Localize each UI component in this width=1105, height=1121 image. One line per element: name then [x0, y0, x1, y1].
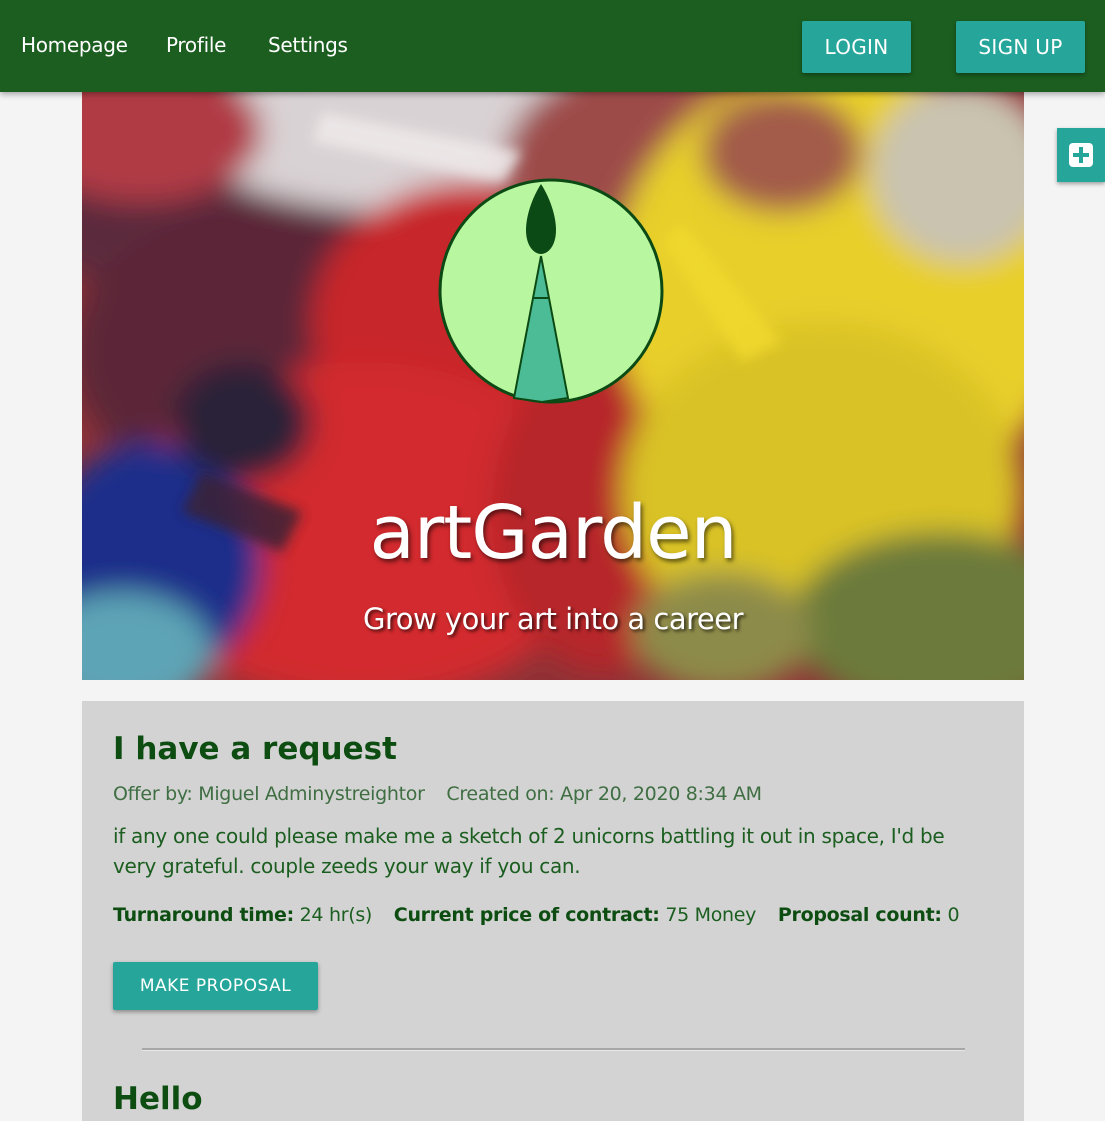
hero-subtitle: Grow your art into a career [362, 602, 744, 636]
turnaround-label: Turnaround time: [113, 904, 294, 926]
created-on-text: Created on: Apr 20, 2020 8:34 AM [446, 783, 762, 805]
price-label: Current price of contract: [393, 904, 660, 926]
turnaround-value: 24 hr(s) [299, 904, 373, 926]
divider [142, 1048, 965, 1051]
signup-button[interactable]: SIGN UP [956, 21, 1085, 73]
paintbrush-logo-icon [438, 178, 664, 404]
top-navbar: Homepage Profile Settings LOGIN SIGN UP [0, 0, 1105, 92]
request-title: I have a request [113, 731, 397, 767]
price-value: 75 Money [665, 904, 757, 926]
proposal-count-value: 0 [947, 904, 960, 926]
nav-settings-link[interactable]: Settings [268, 33, 348, 57]
request-card: I have a request Offer by: Miguel Adminy… [82, 701, 1024, 1121]
nav-homepage-link[interactable]: Homepage [21, 33, 128, 57]
request-stats: Turnaround time: 24 hr(s) Current price … [113, 904, 960, 926]
add-button[interactable] [1057, 128, 1105, 182]
login-button[interactable]: LOGIN [802, 21, 911, 73]
offer-by-text: Offer by: Miguel Adminystreightor [113, 783, 425, 805]
hero-banner: artGarden Grow your art into a career [82, 92, 1024, 680]
request-meta: Offer by: Miguel Adminystreightor Create… [113, 783, 762, 805]
make-proposal-button[interactable]: MAKE PROPOSAL [113, 962, 318, 1010]
plus-square-icon [1069, 143, 1093, 167]
nav-profile-link[interactable]: Profile [166, 33, 226, 57]
request-description: if any one could please make me a sketch… [113, 824, 945, 878]
hero-title: artGarden [369, 490, 738, 576]
proposal-count-label: Proposal count: [777, 904, 942, 926]
